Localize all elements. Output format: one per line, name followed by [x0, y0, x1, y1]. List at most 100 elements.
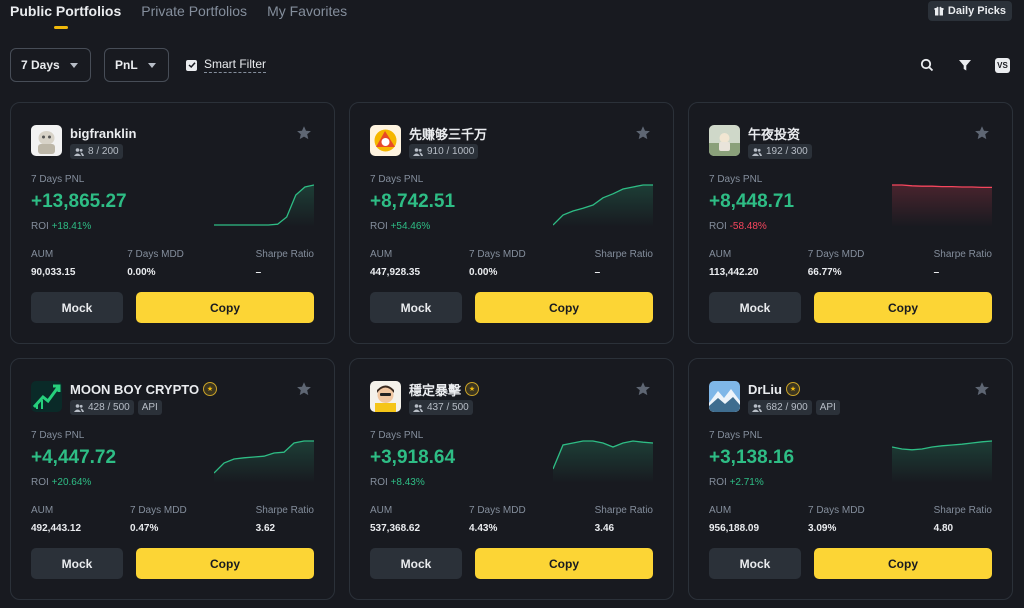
tab-my-favorites[interactable]: My Favorites — [267, 0, 347, 30]
card-header: bigfranklin 8 / 200 — [31, 125, 136, 159]
aum-value: 492,443.12 — [31, 523, 82, 534]
aum-label: AUM — [709, 249, 732, 260]
filter-icon[interactable] — [957, 57, 973, 73]
mdd-value: 66.77% — [807, 267, 842, 278]
roi: ROI +8.43% — [370, 477, 425, 488]
sharpe-value: 3.46 — [594, 523, 615, 534]
roi: ROI +20.64% — [31, 477, 91, 488]
pnl-sparkline — [214, 184, 314, 227]
sharpe-label: Sharpe Ratio — [255, 505, 314, 516]
trader-name[interactable]: 午夜投资 — [748, 124, 800, 143]
copy-button[interactable]: Copy — [136, 292, 314, 323]
tab-private-portfolios[interactable]: Private Portfolios — [141, 0, 247, 30]
copy-button[interactable]: Copy — [814, 548, 992, 579]
roi: ROI -58.48% — [709, 221, 767, 232]
portfolio-grid: bigfranklin 8 / 200 7 Days PNL +13,865.2… — [10, 102, 1013, 600]
sparkline-area — [214, 441, 314, 483]
portfolio-card[interactable]: 先赚够三千万 910 / 1000 7 Days PNL +8,742.51 R… — [349, 102, 674, 344]
card-actions: Mock Copy — [709, 292, 992, 323]
period-dropdown[interactable]: 7 Days — [10, 48, 91, 82]
trader-name[interactable]: 先赚够三千万 — [409, 124, 487, 143]
vs-icon[interactable]: VS — [995, 57, 1010, 73]
medal-icon: ★ — [785, 382, 800, 396]
pnl-sparkline — [553, 184, 653, 227]
roi-label: ROI — [370, 477, 388, 488]
copy-button[interactable]: Copy — [475, 548, 653, 579]
portfolio-card[interactable]: DrLiu ★ 682 / 900 API 7 Days PNL +3,138.… — [688, 358, 1013, 600]
sort-dropdown[interactable]: PnL — [104, 48, 169, 82]
star-icon[interactable] — [974, 381, 990, 397]
avatar[interactable] — [370, 381, 401, 412]
mdd-label: 7 Days MDD — [807, 249, 865, 260]
portfolio-card[interactable]: 穩定暴擊 ★ 437 / 500 7 Days PNL +3,918.64 RO… — [349, 358, 674, 600]
search-icon[interactable] — [919, 57, 935, 73]
metrics-row: AUM 447,928.35 7 Days MDD 0.00% Sharpe R… — [370, 249, 653, 278]
mdd-metric: 7 Days MDD 4.43% — [469, 505, 526, 534]
api-badge: API — [815, 400, 840, 415]
mock-button[interactable]: Mock — [31, 292, 123, 323]
followers-badge: 682 / 900 — [748, 400, 812, 415]
sort-value: PnL — [115, 58, 138, 72]
followers-badge: 8 / 200 — [70, 144, 123, 159]
aum-label: AUM — [31, 505, 54, 516]
aum-metric: AUM 492,443.12 — [31, 505, 81, 534]
sharpe-metric: Sharpe Ratio – — [256, 249, 314, 278]
mock-button[interactable]: Mock — [709, 548, 801, 579]
smart-filter-toggle[interactable]: Smart Filter — [186, 57, 267, 73]
period-value: 7 Days — [21, 58, 60, 72]
copy-button[interactable]: Copy — [814, 292, 992, 323]
sharpe-label: Sharpe Ratio — [255, 249, 314, 260]
roi-value: +18.41% — [51, 221, 92, 232]
star-icon[interactable] — [974, 125, 990, 141]
card-header: DrLiu ★ 682 / 900 API — [709, 381, 840, 415]
sharpe-value: – — [594, 267, 601, 278]
mdd-metric: 7 Days MDD 0.47% — [130, 505, 187, 534]
pnl-sparkline — [214, 440, 314, 483]
portfolio-card[interactable]: 午夜投资 192 / 300 7 Days PNL +8,448.71 ROI … — [688, 102, 1013, 344]
avatar[interactable] — [370, 125, 401, 156]
roi-value: +2.71% — [729, 477, 764, 488]
star-icon[interactable] — [635, 381, 651, 397]
portfolio-card[interactable]: bigfranklin 8 / 200 7 Days PNL +13,865.2… — [10, 102, 335, 344]
sharpe-value: 3.62 — [255, 523, 276, 534]
mock-button[interactable]: Mock — [31, 548, 123, 579]
followers-badge: 192 / 300 — [748, 144, 812, 159]
users-icon — [413, 403, 423, 412]
trader-name[interactable]: bigfranklin — [70, 126, 136, 141]
daily-picks-button[interactable]: Daily Picks — [927, 1, 1012, 21]
star-icon[interactable] — [296, 381, 312, 397]
trader-name[interactable]: 穩定暴擊 — [409, 380, 461, 399]
tab-public-portfolios[interactable]: Public Portfolios — [10, 0, 121, 30]
followers-count: 428 / 500 — [88, 402, 130, 413]
avatar[interactable] — [31, 381, 62, 412]
sparkline-area — [214, 185, 314, 227]
pnl-label: 7 Days PNL — [370, 174, 424, 185]
users-icon — [413, 147, 423, 156]
trader-name[interactable]: DrLiu — [748, 382, 782, 397]
aum-metric: AUM 956,188.09 — [709, 505, 759, 534]
mock-button[interactable]: Mock — [370, 548, 462, 579]
star-icon[interactable] — [296, 125, 312, 141]
portfolio-card[interactable]: MOON BOY CRYPTO ★ 428 / 500 API 7 Days P… — [10, 358, 335, 600]
pnl-sparkline — [553, 440, 653, 483]
copy-button[interactable]: Copy — [136, 548, 314, 579]
card-actions: Mock Copy — [370, 548, 653, 579]
trader-name[interactable]: MOON BOY CRYPTO — [70, 382, 199, 397]
card-actions: Mock Copy — [370, 292, 653, 323]
mock-button[interactable]: Mock — [370, 292, 462, 323]
avatar[interactable] — [31, 125, 62, 156]
card-actions: Mock Copy — [709, 548, 992, 579]
aum-metric: AUM 90,033.15 — [31, 249, 76, 278]
pnl-label: 7 Days PNL — [709, 174, 763, 185]
aum-label: AUM — [31, 249, 54, 260]
mock-button[interactable]: Mock — [709, 292, 801, 323]
followers-count: 910 / 1000 — [427, 146, 475, 157]
mdd-value: 3.09% — [808, 523, 837, 534]
mdd-metric: 7 Days MDD 3.09% — [808, 505, 865, 534]
avatar[interactable] — [709, 381, 740, 412]
star-icon[interactable] — [635, 125, 651, 141]
copy-button[interactable]: Copy — [475, 292, 653, 323]
sparkline-area — [553, 185, 653, 227]
avatar[interactable] — [709, 125, 740, 156]
checkbox-checked-icon[interactable] — [186, 59, 197, 71]
